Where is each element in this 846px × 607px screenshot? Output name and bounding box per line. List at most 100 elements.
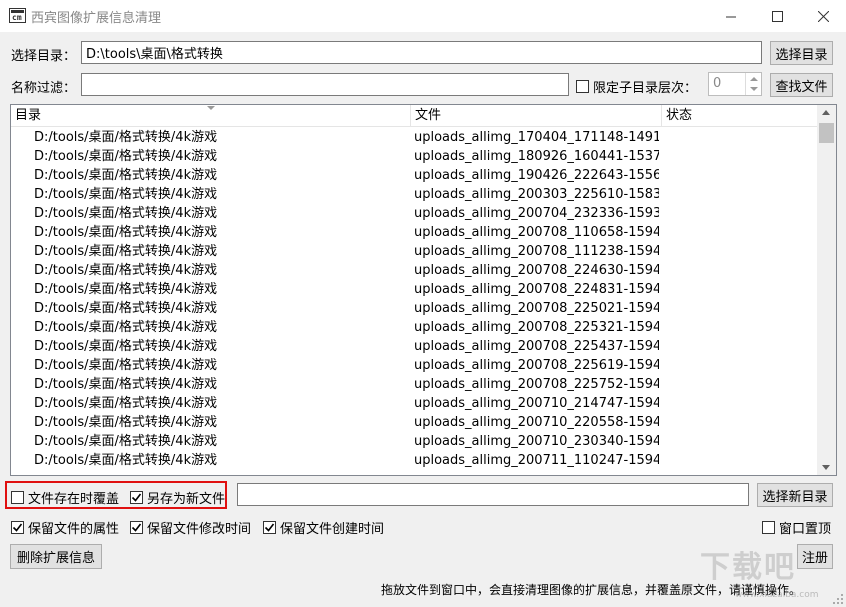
table-row[interactable]: D:/tools/桌面/格式转换/4k游戏 uploads_allimg_2007… — [11, 356, 817, 375]
table-row[interactable]: D:/tools/桌面/格式转换/4k游戏 uploads_allimg_1809… — [11, 147, 817, 166]
table-row[interactable]: D:/tools/桌面/格式转换/4k游戏 uploads_allimg_2007… — [11, 299, 817, 318]
keep-mtime-checkbox[interactable]: 保留文件修改时间 — [130, 518, 251, 537]
cell-dir: D:/tools/桌面/格式转换/4k游戏 — [34, 358, 218, 373]
scroll-up-icon[interactable] — [822, 110, 830, 115]
cell-file: uploads_allimg_200704_232336-159387... — [414, 206, 659, 221]
cell-dir: D:/tools/桌面/格式转换/4k游戏 — [34, 187, 218, 202]
list-rows: D:/tools/桌面/格式转换/4k游戏 uploads_allimg_1704… — [11, 128, 817, 470]
cell-file: uploads_allimg_200711_110247-159443... — [414, 453, 659, 468]
new-dir-input[interactable] — [237, 483, 749, 506]
select-dir-button[interactable]: 选择目录 — [770, 41, 833, 65]
table-row[interactable]: D:/tools/桌面/格式转换/4k游戏 uploads_allimg_2007… — [11, 242, 817, 261]
table-row[interactable]: D:/tools/桌面/格式转换/4k游戏 uploads_allimg_2007… — [11, 337, 817, 356]
limit-depth-box — [576, 80, 589, 93]
topmost-checkbox[interactable]: 窗口置顶 — [762, 518, 831, 537]
cell-file: uploads_allimg_200708_225021-159421... — [414, 301, 659, 316]
cell-dir: D:/tools/桌面/格式转换/4k游戏 — [34, 415, 218, 430]
cell-dir: D:/tools/桌面/格式转换/4k游戏 — [34, 396, 218, 411]
find-files-button[interactable]: 查找文件 — [770, 73, 833, 97]
checkmark-icon — [131, 493, 142, 502]
table-row[interactable]: D:/tools/桌面/格式转换/4k游戏 uploads_allimg_2007… — [11, 280, 817, 299]
close-button[interactable] — [800, 0, 846, 32]
limit-depth-label: 限定子目录层次： — [593, 81, 698, 96]
table-row[interactable]: D:/tools/桌面/格式转换/4k游戏 uploads_allimg_2003… — [11, 185, 817, 204]
cell-file: uploads_allimg_200708_225752-159422... — [414, 377, 659, 392]
name-filter-input[interactable] — [81, 73, 569, 96]
cell-dir: D:/tools/桌面/格式转换/4k游戏 — [34, 320, 218, 335]
name-filter-label: 名称过滤： — [11, 81, 77, 96]
table-row[interactable]: D:/tools/桌面/格式转换/4k游戏 uploads_allimg_2007… — [11, 223, 817, 242]
cell-dir: D:/tools/桌面/格式转换/4k游戏 — [34, 206, 218, 221]
table-row[interactable]: D:/tools/桌面/格式转换/4k游戏 uploads_allimg_2007… — [11, 394, 817, 413]
cell-file: uploads_allimg_200708_111238-159417... — [414, 244, 659, 259]
delete-ext-info-button[interactable]: 删除扩展信息 — [10, 544, 102, 569]
overwrite-checkbox[interactable]: 文件存在时覆盖 — [11, 488, 119, 507]
scroll-down-icon[interactable] — [822, 465, 830, 470]
maximize-button[interactable] — [754, 0, 800, 32]
cell-file: uploads_allimg_200710_214747-159438... — [414, 396, 659, 411]
keep-mtime-box — [130, 521, 143, 534]
cell-dir: D:/tools/桌面/格式转换/4k游戏 — [34, 339, 218, 354]
cell-dir: D:/tools/桌面/格式转换/4k游戏 — [34, 263, 218, 278]
cell-dir: D:/tools/桌面/格式转换/4k游戏 — [34, 453, 218, 468]
table-row[interactable]: D:/tools/桌面/格式转换/4k游戏 uploads_allimg_2007… — [11, 204, 817, 223]
minimize-button[interactable] — [708, 0, 754, 32]
table-row[interactable]: D:/tools/桌面/格式转换/4k游戏 uploads_allimg_1704… — [11, 128, 817, 147]
table-row[interactable]: D:/tools/桌面/格式转换/4k游戏 uploads_allimg_2007… — [11, 318, 817, 337]
title-bar: cm 西宾图像扩展信息清理 — [0, 0, 846, 32]
keep-ctime-box — [263, 521, 276, 534]
vertical-scrollbar[interactable] — [817, 105, 836, 475]
register-button[interactable]: 注册 — [797, 544, 833, 569]
minimize-icon — [725, 16, 736, 17]
scroll-thumb[interactable] — [819, 123, 834, 143]
depth-value: 0 — [713, 76, 722, 91]
file-list[interactable]: 目录 文件 状态 D:/tools/桌面/格式转换/4k游戏 uploads_al… — [10, 104, 837, 476]
keep-attrs-checkbox[interactable]: 保留文件的属性 — [11, 518, 119, 537]
limit-depth-checkbox[interactable]: 限定子目录层次： — [576, 77, 697, 96]
cell-file: uploads_allimg_190426_222643-155628... — [414, 168, 659, 183]
checkmark-icon — [264, 523, 275, 532]
sort-arrow-icon — [207, 106, 215, 110]
select-dir-label: 选择目录： — [11, 49, 77, 64]
cell-dir: D:/tools/桌面/格式转换/4k游戏 — [34, 282, 218, 297]
keep-ctime-checkbox[interactable]: 保留文件创建时间 — [263, 518, 384, 537]
table-row[interactable]: D:/tools/桌面/格式转换/4k游戏 uploads_allimg_2007… — [11, 432, 817, 451]
overwrite-box — [11, 491, 24, 504]
keep-attrs-label: 保留文件的属性 — [28, 522, 120, 537]
table-row[interactable]: D:/tools/桌面/格式转换/4k游戏 uploads_allimg_1904… — [11, 166, 817, 185]
dir-path-input[interactable]: D:\tools\桌面\格式转换 — [81, 41, 762, 64]
spin-arrows-icon[interactable] — [745, 73, 761, 95]
list-header: 目录 文件 状态 — [11, 105, 817, 127]
cell-dir: D:/tools/桌面/格式转换/4k游戏 — [34, 149, 218, 164]
cell-dir: D:/tools/桌面/格式转换/4k游戏 — [34, 434, 218, 449]
cell-file: uploads_allimg_200708_225437-159422... — [414, 339, 659, 354]
keep-ctime-label: 保留文件创建时间 — [280, 522, 385, 537]
cell-dir: D:/tools/桌面/格式转换/4k游戏 — [34, 244, 218, 259]
table-row[interactable]: D:/tools/桌面/格式转换/4k游戏 uploads_allimg_2007… — [11, 375, 817, 394]
table-row[interactable]: D:/tools/桌面/格式转换/4k游戏 uploads_allimg_2007… — [11, 261, 817, 280]
resize-grip-icon[interactable] — [832, 593, 844, 605]
cell-dir: D:/tools/桌面/格式转换/4k游戏 — [34, 130, 218, 145]
watermark-logo: 下载吧 — [700, 550, 796, 585]
depth-spinner[interactable]: 0 — [708, 72, 762, 96]
column-header-file[interactable]: 文件 — [411, 105, 662, 127]
topmost-box — [762, 521, 775, 534]
checkmark-icon — [12, 523, 23, 532]
cell-file: uploads_allimg_200708_110658-159417... — [414, 225, 659, 240]
close-icon — [817, 10, 829, 22]
cell-file: uploads_allimg_170404_171148-149129... — [414, 130, 659, 145]
cell-file: uploads_allimg_200708_225321-159422... — [414, 320, 659, 335]
table-row[interactable]: D:/tools/桌面/格式转换/4k游戏 uploads_allimg_2007… — [11, 451, 817, 470]
save-as-new-box — [130, 491, 143, 504]
cell-file: uploads_allimg_180926_160441-153794... — [414, 149, 659, 164]
table-row[interactable]: D:/tools/桌面/格式转换/4k游戏 uploads_allimg_2007… — [11, 413, 817, 432]
select-new-dir-button[interactable]: 选择新目录 — [757, 483, 833, 507]
topmost-label: 窗口置顶 — [779, 522, 832, 537]
cell-dir: D:/tools/桌面/格式转换/4k游戏 — [34, 377, 218, 392]
keep-attrs-box — [11, 521, 24, 534]
cell-file: uploads_allimg_200710_230340-159439... — [414, 434, 659, 449]
overwrite-label: 文件存在时覆盖 — [28, 492, 120, 507]
cell-dir: D:/tools/桌面/格式转换/4k游戏 — [34, 168, 218, 183]
save-as-new-checkbox[interactable]: 另存为新文件 — [130, 488, 225, 507]
column-header-status[interactable]: 状态 — [662, 105, 817, 127]
